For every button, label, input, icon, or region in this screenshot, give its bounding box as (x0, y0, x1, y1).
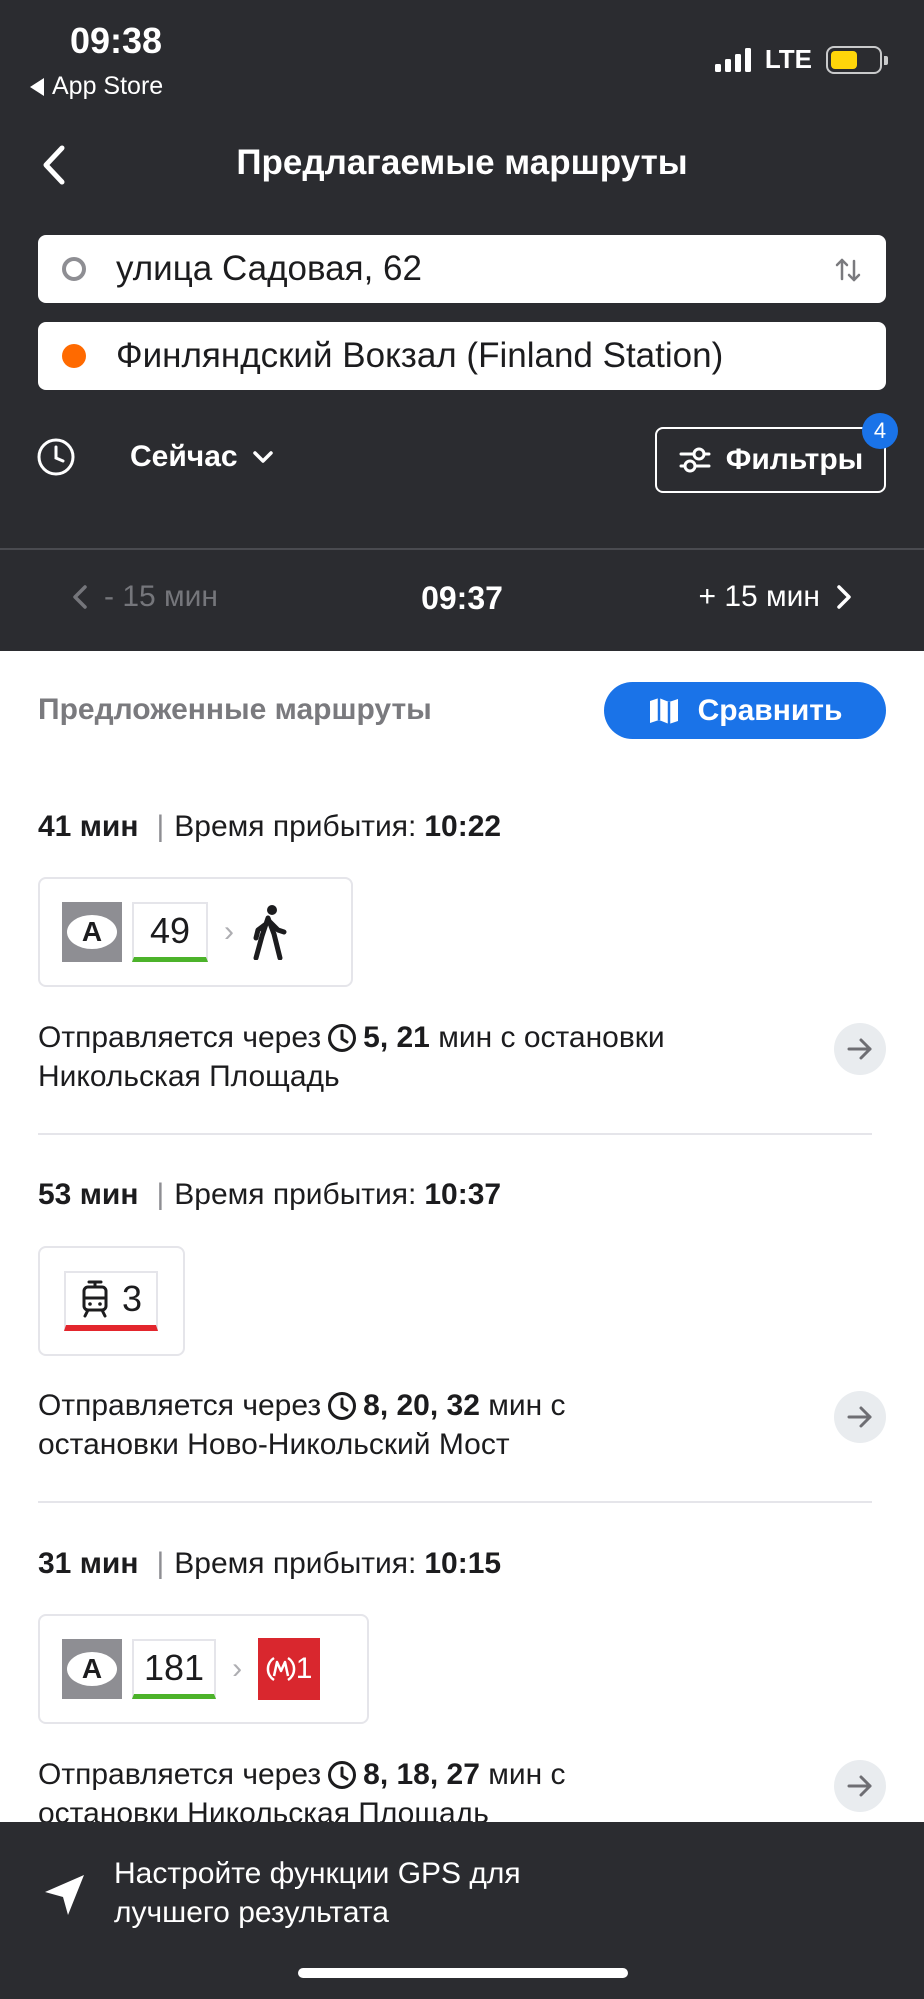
departure-stop: остановки Ново-Никольский Мост (38, 1428, 510, 1461)
gps-banner-line1: Настройте функции GPS для (114, 1857, 521, 1890)
route-open-button[interactable] (834, 1760, 886, 1812)
chevron-right-icon: › (232, 1652, 243, 1685)
departure-info: Отправляется через 8, 20, 32 мин с остано… (38, 1386, 818, 1464)
network-type: LTE (764, 44, 812, 74)
destination-dot-icon (62, 344, 86, 368)
chevron-down-icon (252, 451, 273, 463)
time-shift-next-label: + 15 мин (698, 580, 820, 613)
arrow-right-icon (847, 1406, 872, 1428)
route-header: 31 мин | Время прибытия: 10:15 (38, 1547, 501, 1581)
bus-icon: A (62, 1639, 122, 1699)
route-legs: 3 (38, 1246, 185, 1356)
compare-button[interactable]: Сравнить (604, 682, 886, 739)
chevron-right-icon (837, 585, 851, 609)
departure-times: 5, 21 (363, 1021, 430, 1054)
chevron-right-icon: › (224, 915, 234, 948)
departure-suffix: мин с остановки (438, 1021, 665, 1054)
route-duration: 53 мин (38, 1178, 139, 1211)
departure-times: 8, 20, 32 (363, 1389, 480, 1422)
departure-info: Отправляется через 5, 21 мин с остановки … (38, 1018, 818, 1096)
to-field[interactable]: Финляндский Вокзал (Finland Station) (38, 322, 886, 390)
arrival-time: 10:22 (424, 810, 502, 843)
separator: | (156, 810, 165, 843)
bus-letter: A (67, 915, 117, 949)
arrival-label: Время прибытия: (174, 810, 417, 843)
page-title: Предлагаемые маршруты (236, 143, 688, 182)
route-duration: 31 мин (38, 1547, 139, 1580)
time-shift-next[interactable]: + 15 мин (698, 580, 852, 614)
route-open-button[interactable] (834, 1391, 886, 1443)
swap-icon[interactable] (834, 257, 862, 283)
back-to-app-store[interactable]: App Store (30, 72, 163, 101)
arrival-time: 10:15 (424, 1547, 502, 1580)
arrival-label: Время прибытия: (174, 1178, 417, 1211)
row-divider (38, 1133, 872, 1135)
departure-prefix: Отправляется через (38, 1758, 322, 1791)
route-duration: 41 мин (38, 810, 139, 843)
to-value: Финляндский Вокзал (Finland Station) (116, 336, 724, 375)
clock-icon (328, 1392, 357, 1420)
departure-suffix: мин с (488, 1389, 566, 1422)
map-icon (649, 697, 678, 724)
status-time: 09:38 (70, 20, 163, 61)
bus-letter: A (67, 1652, 117, 1686)
tram-icon (82, 1280, 108, 1318)
gps-banner-text: Настройте функции GPS для лучшего резуль… (114, 1854, 521, 1932)
departure-suffix: мин с (488, 1758, 566, 1791)
route-header: 41 мин | Время прибытия: 10:22 (38, 810, 501, 844)
back-app-label: App Store (52, 72, 164, 100)
time-selector[interactable]: Сейчас (36, 437, 274, 477)
section-title: Предложенные маршруты (38, 693, 432, 726)
route-open-button[interactable] (834, 1023, 886, 1075)
clock-icon (328, 1761, 357, 1789)
filters-label: Фильтры (725, 443, 864, 476)
filters-button[interactable]: Фильтры (655, 427, 886, 493)
from-value: улица Садовая, 62 (116, 249, 422, 288)
separator: | (156, 1178, 165, 1211)
row-divider (38, 1501, 872, 1503)
clock-icon (328, 1024, 357, 1052)
metro-logo-icon (266, 1656, 295, 1682)
separator: | (156, 1547, 165, 1580)
back-triangle-icon (30, 77, 44, 96)
bus-line-number: 49 (132, 902, 208, 962)
time-selector-label: Сейчас (130, 440, 238, 473)
battery-icon (826, 45, 888, 74)
arrow-right-icon (847, 1775, 872, 1797)
filter-sliders-icon (679, 447, 711, 473)
route-legs: A 181 › 1 (38, 1614, 369, 1724)
departure-prefix: Отправляется через (38, 1389, 322, 1422)
header-divider (0, 548, 924, 550)
tram-line-number: 3 (121, 1278, 143, 1319)
bus-icon: A (62, 902, 122, 962)
tram-line-chip: 3 (64, 1271, 158, 1331)
compare-label: Сравнить (697, 693, 843, 727)
bus-line-number: 181 (132, 1639, 217, 1699)
metro-line-number: 1 (295, 1652, 313, 1685)
clock-icon (37, 438, 75, 476)
status-indicators: LTE (714, 44, 888, 75)
arrival-time: 10:37 (424, 1178, 502, 1211)
departure-stop: Никольская Площадь (38, 1060, 340, 1093)
filters-count-badge: 4 (862, 413, 898, 449)
header: 09:38 App Store LTE Предлагаемые маршрут… (0, 0, 924, 651)
walk-icon (253, 905, 287, 960)
origin-dot-icon (62, 257, 86, 281)
arrow-right-icon (847, 1038, 872, 1060)
metro-line-chip: 1 (258, 1638, 321, 1700)
departure-times: 8, 18, 27 (363, 1758, 480, 1791)
route-header: 53 мин | Время прибытия: 10:37 (38, 1178, 501, 1212)
arrival-label: Время прибытия: (174, 1547, 417, 1580)
location-arrow-icon (45, 1875, 84, 1915)
from-field[interactable]: улица Садовая, 62 (38, 235, 886, 303)
route-legs: A 49 › (38, 877, 353, 987)
signal-icon (714, 47, 751, 72)
gps-banner-line2: лучшего результата (114, 1896, 389, 1929)
departure-prefix: Отправляется через (38, 1021, 322, 1054)
home-indicator (298, 1968, 628, 1978)
